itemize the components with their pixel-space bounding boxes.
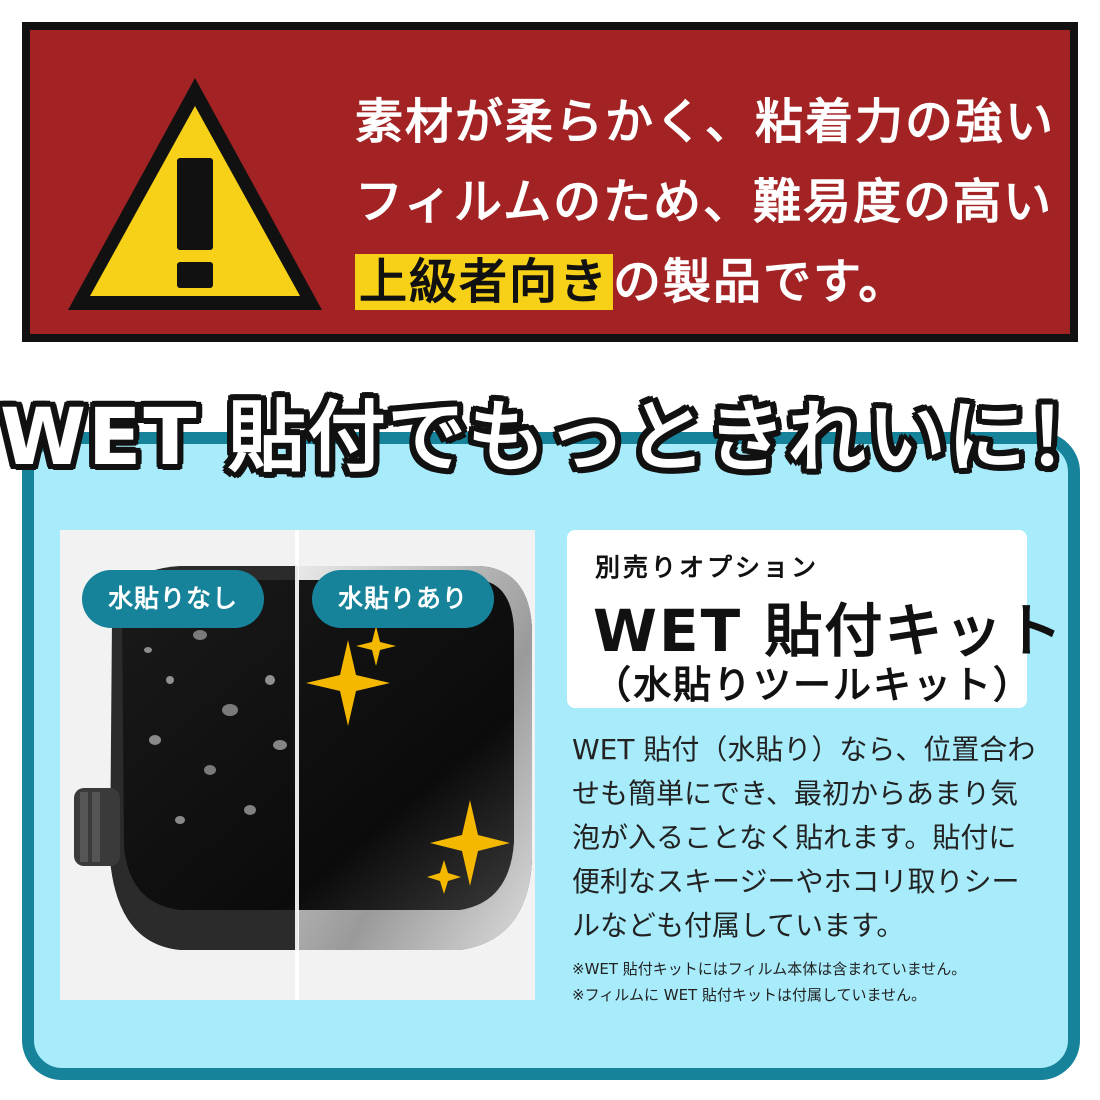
kit-subtitle: 別売りオプション: [595, 553, 820, 582]
label-with-water: 水貼りあり: [312, 570, 495, 628]
note-line: ※フィルムに WET 貼付キットは付属していません。: [572, 986, 927, 1004]
warning-line-2: フィルムのため、難易度の高い: [355, 174, 1054, 230]
warning-message: 素材が柔らかく、粘着力の強い フィルムのため、難易度の高い 上級者向きの製品です…: [355, 82, 1075, 322]
wet-kit-card: 別売りオプション WET 貼付キット （水貼りツールキット）: [567, 530, 1062, 708]
warning-line-3-rest: の製品です。: [613, 254, 909, 310]
wet-notes: ※WET 貼付キットにはフィルム本体は含まれていません。 ※フィルムに WET …: [572, 956, 1052, 1008]
warning-line-3: 上級者向きの製品です。: [355, 242, 1075, 322]
product-photo: 水貼りなし 水貼りあり: [60, 530, 535, 1000]
description-line: WET 貼付（水貼り）なら、位置合わ: [572, 733, 1036, 766]
warning-line-1: 素材が柔らかく、粘着力の強い: [355, 94, 1056, 150]
description-line: せも簡単にでき、最初からあまり気: [572, 777, 1019, 810]
description-line: 泡が入ることなく貼れます。貼付に: [572, 821, 1017, 854]
label-without-water: 水貼りなし: [82, 570, 265, 628]
description-line: ルなども付属しています。: [572, 909, 905, 942]
advanced-user-highlight: 上級者向き: [355, 254, 614, 310]
wet-headline: WET 貼付でもっときれいに！: [0, 393, 1100, 483]
warning-triangle-icon: [68, 78, 322, 310]
description-line: 便利なスキージーやホコリ取りシー: [572, 865, 1020, 898]
warning-banner: 素材が柔らかく、粘着力の強い フィルムのため、難易度の高い 上級者向きの製品です…: [22, 22, 1078, 342]
kit-paren-title: （水貼りツールキット）: [593, 663, 1034, 707]
note-line: ※WET 貼付キットにはフィルム本体は含まれていません。: [572, 960, 967, 978]
wet-description: WET 貼付（水貼り）なら、位置合わ せも簡単にでき、最初からあまり気 泡が入る…: [572, 728, 1042, 948]
